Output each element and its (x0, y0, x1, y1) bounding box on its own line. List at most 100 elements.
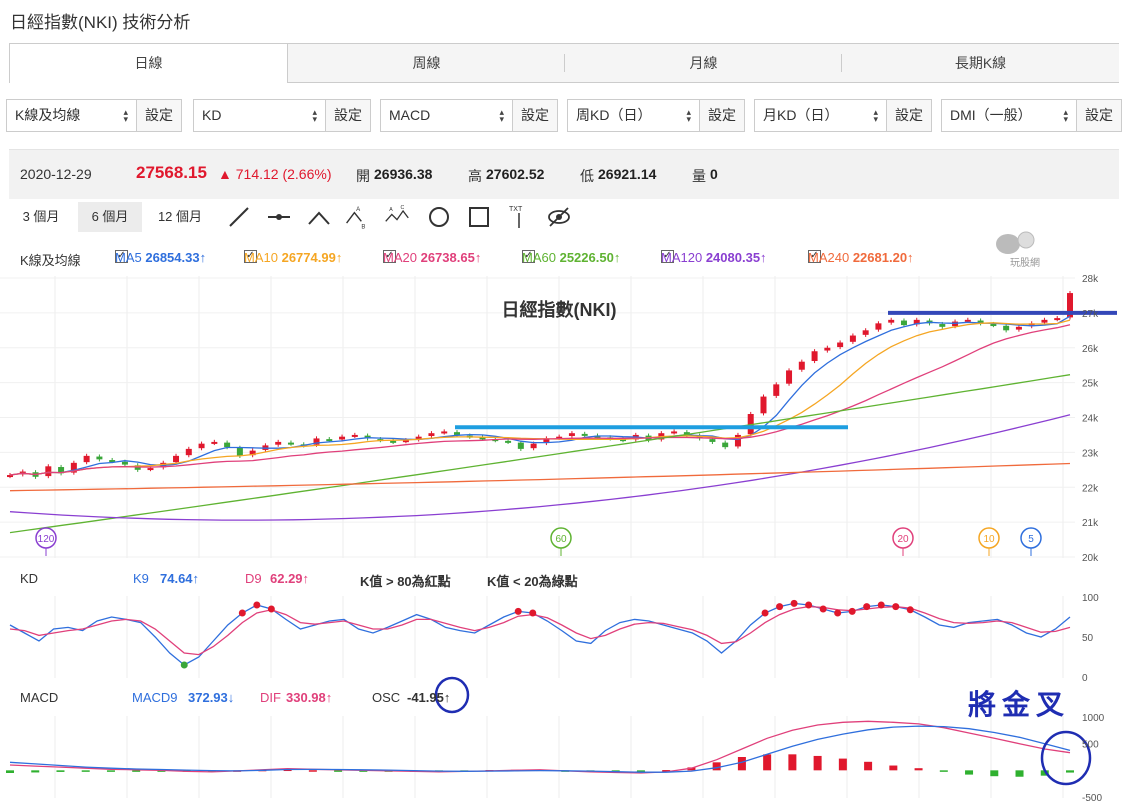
candle-body (837, 342, 844, 348)
indicator-select-1-value: K線及均線 (15, 107, 81, 123)
kd-red-dot (267, 605, 275, 613)
hide-drawings-icon[interactable] (546, 204, 572, 230)
candle-body (173, 455, 180, 463)
ma240-name: MA240 (808, 250, 850, 265)
candle-body (824, 347, 831, 351)
osc-bar (1066, 770, 1074, 773)
abcd-pattern-tool-icon[interactable]: AC (384, 204, 410, 230)
ma60-value: 25226.50↑ (559, 250, 621, 265)
candle-body (530, 443, 537, 449)
kd-green-dot (180, 661, 188, 669)
range-12m-button[interactable]: 12 個月 (147, 202, 213, 232)
osc-bar (31, 770, 40, 773)
dif-name: DIF (260, 690, 281, 705)
candle-body (505, 440, 512, 443)
macd-legend: MACD MACD9 372.93↓ DIF 330.98↑ OSC -41.9… (20, 690, 720, 708)
indicator-select-4[interactable]: 周KD（日） ▴ ▾ (568, 100, 699, 131)
y-tick-label: 26k (1082, 344, 1099, 355)
candle-body (760, 396, 767, 414)
horizontal-line-tool-icon[interactable] (266, 204, 292, 230)
macd-y-tick-label: -500 (1082, 793, 1102, 804)
line-tool-icon[interactable] (226, 204, 252, 230)
settings-button-5[interactable]: 設定 (886, 100, 931, 131)
candle-body (1041, 319, 1048, 323)
tab-weekly-label: 周線 (412, 55, 441, 71)
macd9-name: MACD9 (132, 690, 178, 705)
k9-value: 74.64↑ (160, 571, 200, 586)
k9-name: K9 (133, 571, 149, 586)
abc-pattern-tool-icon[interactable]: AB (344, 204, 370, 230)
indicator-selectors: K線及均線 ▴ ▾ 設定 KD ▴ ▾ 設定 MACD ▴ ▾ 設定 周KD（日） ▴ ▾ 設定… (6, 99, 1122, 132)
kd-y-tick-label: 0 (1082, 673, 1088, 684)
abc-a-text: A (356, 207, 361, 213)
kd-red-dot (776, 603, 784, 611)
ma-marker-label: 120 (38, 534, 55, 545)
tab-monthly[interactable]: 月線 (565, 44, 842, 82)
candle-body (964, 319, 971, 322)
ma20-toggle[interactable]: ✓ MA20 26738.65↑ (383, 250, 481, 265)
candle-body (786, 370, 793, 384)
circle-tool-icon[interactable] (426, 204, 452, 230)
candle-body (441, 431, 448, 434)
tab-daily[interactable]: 日線 (9, 44, 288, 83)
indicator-select-2[interactable]: KD ▴ ▾ (194, 100, 325, 131)
updown-arrow-icon: ▴ ▾ (312, 107, 317, 124)
osc-bar (788, 754, 797, 771)
quote-date: 2020-12-29 (20, 166, 92, 182)
ma-marker-label: 10 (983, 534, 995, 545)
candle-body (211, 441, 218, 444)
selector-group-4: 周KD（日） ▴ ▾ 設定 (567, 99, 745, 132)
charts-area[interactable]: 120 60 20 10 5 日經指數(NKI) 28k 27k 26k 25k 24k 23k 2… (0, 268, 1131, 805)
kd-note-green: K值 < 20為綠點 (487, 574, 578, 589)
ma5-toggle[interactable]: ✓ MA5 26854.33↑ (115, 250, 206, 265)
candle-body (147, 468, 154, 471)
high-label: 高 (468, 168, 482, 184)
quote-bar: 2020-12-29 27568.15 ▲ 714.12 (2.66%) 開 2… (9, 149, 1119, 199)
ma120-line (9, 414, 1071, 521)
angle-tool-icon[interactable] (306, 204, 332, 230)
rectangle-tool-icon[interactable] (466, 204, 492, 230)
macd9-value: 372.93↓ (188, 690, 235, 705)
selector-group-2: KD ▴ ▾ 設定 (193, 99, 371, 132)
ma60-toggle[interactable]: ✓ MA60 25226.50↑ (522, 250, 620, 265)
ma240-toggle[interactable]: ✓ MA240 22681.20↑ (808, 250, 914, 265)
indicator-select-1[interactable]: K線及均線 ▴ ▾ (7, 100, 136, 131)
candle-body (45, 466, 52, 477)
candle-body (326, 439, 333, 442)
tab-monthly-label: 月線 (689, 55, 718, 71)
indicator-select-3[interactable]: MACD ▴ ▾ (381, 100, 512, 131)
range-3m-button[interactable]: 3 個月 (9, 202, 73, 232)
text-tool-icon[interactable]: TXT (506, 204, 532, 230)
indicator-select-5[interactable]: 月KD（日） ▴ ▾ (755, 100, 886, 131)
y-tick-label: 24k (1082, 414, 1099, 425)
abcd-a-text: A (389, 207, 393, 213)
chart-title: 日經指數(NKI) (502, 299, 617, 320)
ma120-toggle[interactable]: ✓ MA120 24080.35↑ (661, 250, 767, 265)
osc-bar (914, 768, 923, 771)
indicator-select-6[interactable]: DMI（一般） ▴ ▾ (942, 100, 1076, 131)
settings-button-3[interactable]: 設定 (512, 100, 557, 131)
handwritten-annotation: 將金叉 (968, 690, 1071, 721)
osc-bar (813, 755, 822, 771)
candle-body (568, 433, 575, 436)
macd-y-tick-label: 500 (1082, 740, 1099, 751)
tab-weekly[interactable]: 周線 (288, 44, 565, 82)
settings-button-1[interactable]: 設定 (136, 100, 181, 131)
osc-bar (81, 770, 90, 772)
candle-body (236, 447, 243, 456)
osc-bar (763, 754, 772, 771)
osc-bar (106, 770, 115, 772)
kd-red-dot (529, 609, 537, 617)
ma10-toggle[interactable]: ✓ MA10 26774.99↑ (244, 250, 342, 265)
settings-button-6[interactable]: 設定 (1076, 100, 1121, 131)
selector-group-1: K線及均線 ▴ ▾ 設定 (6, 99, 182, 132)
settings-button-2[interactable]: 設定 (325, 100, 370, 131)
dif-line (9, 720, 1071, 774)
updown-arrow-icon: ▴ ▾ (123, 107, 128, 124)
osc-bar (889, 765, 898, 771)
range-6m-button[interactable]: 6 個月 (78, 202, 142, 232)
tab-long-term[interactable]: 長期K線 (842, 44, 1119, 82)
d9-line (9, 605, 1071, 656)
macd-y-tick-label: 1000 (1082, 713, 1105, 724)
settings-button-4[interactable]: 設定 (699, 100, 744, 131)
